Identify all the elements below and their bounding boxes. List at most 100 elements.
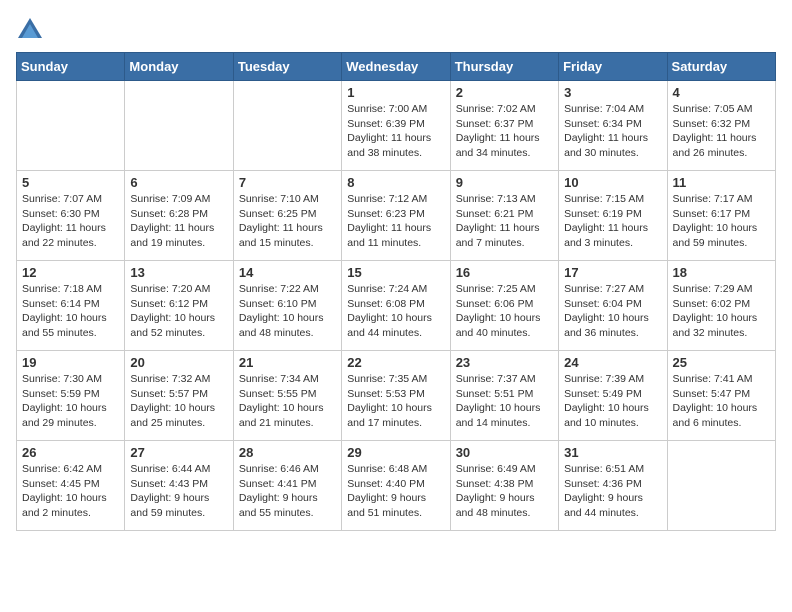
calendar-cell: 12 Sunrise: 7:18 AMSunset: 6:14 PMDayligh… [17,261,125,351]
week-row-3: 12 Sunrise: 7:18 AMSunset: 6:14 PMDayligh… [17,261,776,351]
day-info: Sunrise: 6:48 AMSunset: 4:40 PMDaylight:… [347,462,444,521]
day-number: 19 [22,355,119,370]
day-number: 30 [456,445,553,460]
day-info: Sunrise: 6:49 AMSunset: 4:38 PMDaylight:… [456,462,553,521]
day-info: Sunrise: 7:13 AMSunset: 6:21 PMDaylight:… [456,192,553,251]
day-number: 21 [239,355,336,370]
calendar-cell: 21 Sunrise: 7:34 AMSunset: 5:55 PMDayligh… [233,351,341,441]
day-info: Sunrise: 7:35 AMSunset: 5:53 PMDaylight:… [347,372,444,431]
week-row-4: 19 Sunrise: 7:30 AMSunset: 5:59 PMDayligh… [17,351,776,441]
day-info: Sunrise: 7:29 AMSunset: 6:02 PMDaylight:… [673,282,770,341]
day-info: Sunrise: 6:42 AMSunset: 4:45 PMDaylight:… [22,462,119,521]
day-header-tuesday: Tuesday [233,53,341,81]
calendar-cell: 9 Sunrise: 7:13 AMSunset: 6:21 PMDaylight… [450,171,558,261]
calendar-cell: 8 Sunrise: 7:12 AMSunset: 6:23 PMDaylight… [342,171,450,261]
day-number: 14 [239,265,336,280]
day-header-monday: Monday [125,53,233,81]
calendar-cell: 16Sunrise: 7:25 AMSunset: 6:06 PMDayligh… [450,261,558,351]
day-number: 20 [130,355,227,370]
calendar-cell: 17 Sunrise: 7:27 AMSunset: 6:04 PMDayligh… [559,261,667,351]
calendar-cell: 28 Sunrise: 6:46 AMSunset: 4:41 PMDayligh… [233,441,341,531]
day-info: Sunrise: 7:20 AMSunset: 6:12 PMDaylight:… [130,282,227,341]
calendar-cell: 29 Sunrise: 6:48 AMSunset: 4:40 PMDayligh… [342,441,450,531]
day-number: 4 [673,85,770,100]
day-header-sunday: Sunday [17,53,125,81]
day-info: Sunrise: 7:41 AMSunset: 5:47 PMDaylight:… [673,372,770,431]
calendar-cell: 1 Sunrise: 7:00 AMSunset: 6:39 PMDaylight… [342,81,450,171]
week-row-2: 5 Sunrise: 7:07 AMSunset: 6:30 PMDaylight… [17,171,776,261]
days-header-row: SundayMondayTuesdayWednesdayThursdayFrid… [17,53,776,81]
calendar-cell: 27 Sunrise: 6:44 AMSunset: 4:43 PMDayligh… [125,441,233,531]
day-info: Sunrise: 7:32 AMSunset: 5:57 PMDaylight:… [130,372,227,431]
logo [16,16,48,44]
calendar-cell: 31Sunrise: 6:51 AMSunset: 4:36 PMDayligh… [559,441,667,531]
day-number: 3 [564,85,661,100]
day-info: Sunrise: 6:46 AMSunset: 4:41 PMDaylight:… [239,462,336,521]
calendar-cell: 15Sunrise: 7:24 AMSunset: 6:08 PMDayligh… [342,261,450,351]
calendar-cell: 4 Sunrise: 7:05 AMSunset: 6:32 PMDaylight… [667,81,775,171]
day-number: 12 [22,265,119,280]
day-info: Sunrise: 7:18 AMSunset: 6:14 PMDaylight:… [22,282,119,341]
day-info: Sunrise: 6:44 AMSunset: 4:43 PMDaylight:… [130,462,227,521]
calendar-cell: 23Sunrise: 7:37 AMSunset: 5:51 PMDayligh… [450,351,558,441]
calendar-cell [17,81,125,171]
day-info: Sunrise: 7:10 AMSunset: 6:25 PMDaylight:… [239,192,336,251]
day-number: 15 [347,265,444,280]
day-number: 7 [239,175,336,190]
calendar-cell [233,81,341,171]
day-number: 2 [456,85,553,100]
calendar-cell: 14 Sunrise: 7:22 AMSunset: 6:10 PMDayligh… [233,261,341,351]
day-number: 1 [347,85,444,100]
calendar-cell [125,81,233,171]
day-info: Sunrise: 7:27 AMSunset: 6:04 PMDaylight:… [564,282,661,341]
day-number: 8 [347,175,444,190]
calendar-cell [667,441,775,531]
day-info: Sunrise: 7:34 AMSunset: 5:55 PMDaylight:… [239,372,336,431]
day-number: 17 [564,265,661,280]
calendar-cell: 13 Sunrise: 7:20 AMSunset: 6:12 PMDayligh… [125,261,233,351]
week-row-1: 1 Sunrise: 7:00 AMSunset: 6:39 PMDaylight… [17,81,776,171]
calendar-cell: 24 Sunrise: 7:39 AMSunset: 5:49 PMDayligh… [559,351,667,441]
day-number: 10 [564,175,661,190]
week-row-5: 26 Sunrise: 6:42 AMSunset: 4:45 PMDayligh… [17,441,776,531]
day-info: Sunrise: 7:04 AMSunset: 6:34 PMDaylight:… [564,102,661,161]
day-info: Sunrise: 7:17 AMSunset: 6:17 PMDaylight:… [673,192,770,251]
day-info: Sunrise: 7:30 AMSunset: 5:59 PMDaylight:… [22,372,119,431]
day-number: 9 [456,175,553,190]
day-number: 26 [22,445,119,460]
day-number: 5 [22,175,119,190]
day-number: 13 [130,265,227,280]
day-info: Sunrise: 7:39 AMSunset: 5:49 PMDaylight:… [564,372,661,431]
calendar-cell: 26 Sunrise: 6:42 AMSunset: 4:45 PMDayligh… [17,441,125,531]
calendar-cell: 5 Sunrise: 7:07 AMSunset: 6:30 PMDaylight… [17,171,125,261]
calendar-cell: 3 Sunrise: 7:04 AMSunset: 6:34 PMDaylight… [559,81,667,171]
day-info: Sunrise: 7:00 AMSunset: 6:39 PMDaylight:… [347,102,444,161]
day-number: 29 [347,445,444,460]
day-info: Sunrise: 7:05 AMSunset: 6:32 PMDaylight:… [673,102,770,161]
calendar-cell: 19 Sunrise: 7:30 AMSunset: 5:59 PMDayligh… [17,351,125,441]
day-info: Sunrise: 7:12 AMSunset: 6:23 PMDaylight:… [347,192,444,251]
day-number: 24 [564,355,661,370]
day-info: Sunrise: 6:51 AMSunset: 4:36 PMDaylight:… [564,462,661,521]
calendar-cell: 7 Sunrise: 7:10 AMSunset: 6:25 PMDaylight… [233,171,341,261]
day-number: 25 [673,355,770,370]
calendar-cell: 11Sunrise: 7:17 AMSunset: 6:17 PMDayligh… [667,171,775,261]
day-header-friday: Friday [559,53,667,81]
day-info: Sunrise: 7:22 AMSunset: 6:10 PMDaylight:… [239,282,336,341]
calendar-cell: 30 Sunrise: 6:49 AMSunset: 4:38 PMDayligh… [450,441,558,531]
day-info: Sunrise: 7:09 AMSunset: 6:28 PMDaylight:… [130,192,227,251]
calendar-cell: 18Sunrise: 7:29 AMSunset: 6:02 PMDayligh… [667,261,775,351]
day-number: 22 [347,355,444,370]
logo-icon [16,16,44,44]
day-info: Sunrise: 7:37 AMSunset: 5:51 PMDaylight:… [456,372,553,431]
calendar-cell: 25 Sunrise: 7:41 AMSunset: 5:47 PMDayligh… [667,351,775,441]
day-info: Sunrise: 7:15 AMSunset: 6:19 PMDaylight:… [564,192,661,251]
calendar-cell: 22 Sunrise: 7:35 AMSunset: 5:53 PMDayligh… [342,351,450,441]
day-number: 27 [130,445,227,460]
day-number: 6 [130,175,227,190]
day-info: Sunrise: 7:25 AMSunset: 6:06 PMDaylight:… [456,282,553,341]
day-number: 28 [239,445,336,460]
page-header [16,16,776,44]
day-info: Sunrise: 7:07 AMSunset: 6:30 PMDaylight:… [22,192,119,251]
calendar-cell: 10 Sunrise: 7:15 AMSunset: 6:19 PMDayligh… [559,171,667,261]
